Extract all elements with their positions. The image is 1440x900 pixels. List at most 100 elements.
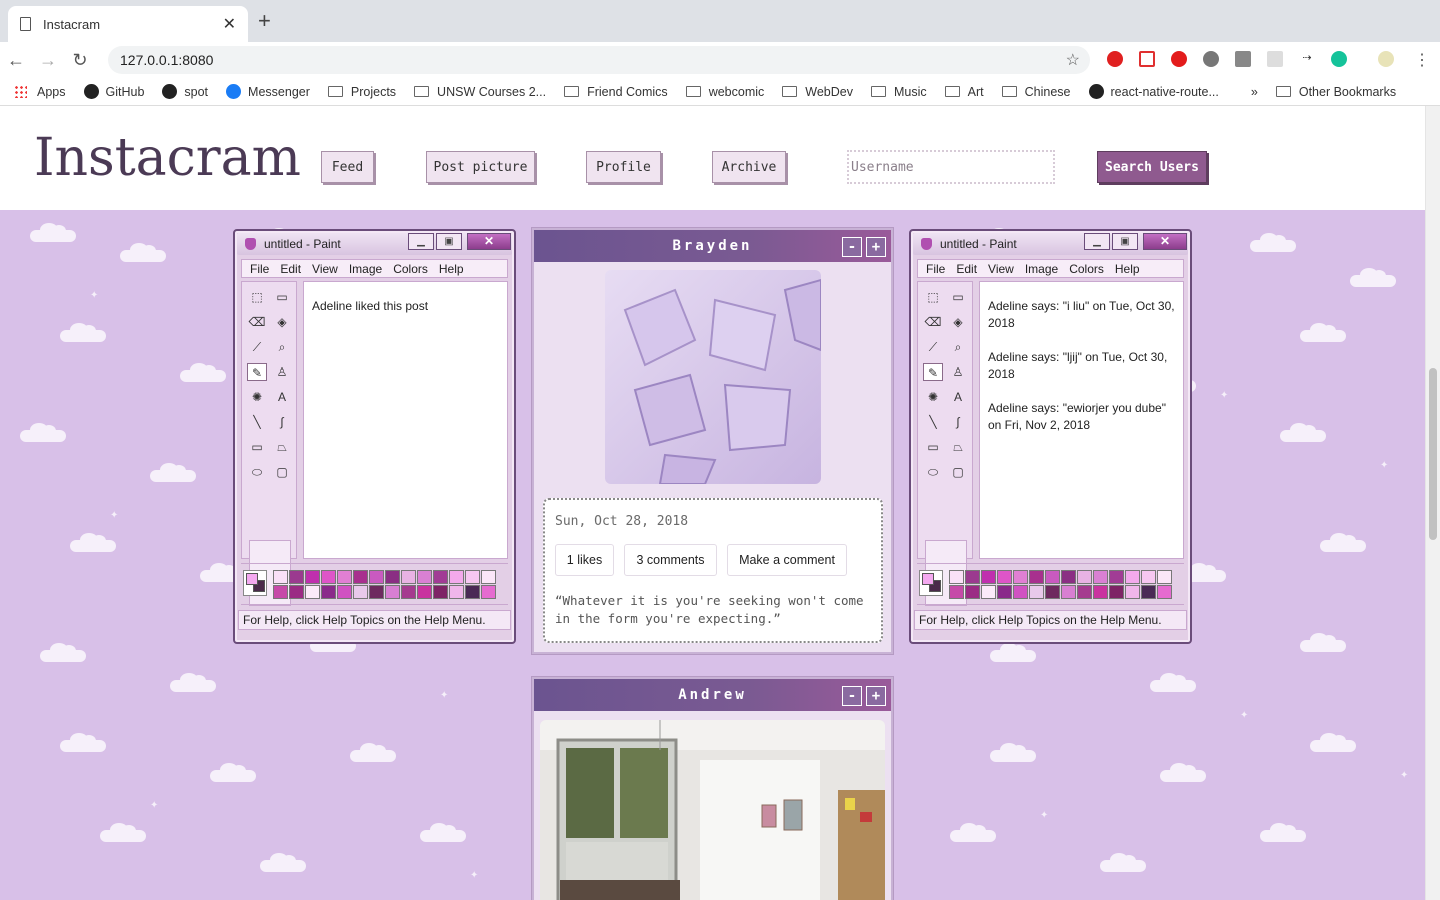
foreground-color-swatch[interactable] [922,573,934,585]
rect-select-icon[interactable]: ▭ [948,288,968,306]
text-icon[interactable]: A [948,388,968,406]
palette-swatch[interactable] [1061,585,1076,599]
polygon-icon[interactable]: ⏢ [272,438,292,456]
close-tab-icon[interactable]: ✕ [223,14,236,34]
picker-icon[interactable]: ⟋ [923,338,943,356]
current-colors[interactable] [243,570,267,596]
current-colors[interactable] [919,570,943,596]
menu-image[interactable]: Image [349,262,382,276]
palette-swatch[interactable] [1141,570,1156,584]
site-logo[interactable]: Instacram [34,128,301,188]
airbrush-icon[interactable]: ✺ [247,388,267,406]
brush-icon[interactable]: ♙ [272,363,292,381]
palette-swatch[interactable] [385,570,400,584]
post-author[interactable]: Andrew [678,687,747,703]
nav-archive-button[interactable]: Archive [712,151,786,183]
bookmark-chinese[interactable]: Chinese [1001,85,1071,99]
bookmark-art[interactable]: Art [944,85,984,99]
select-icon[interactable]: ⬚ [247,288,267,306]
palette-swatch[interactable] [273,585,288,599]
close-icon[interactable]: ✕ [467,233,511,250]
palette-swatch[interactable] [1013,570,1028,584]
palette-swatch[interactable] [1093,570,1108,584]
palette-swatch[interactable] [1109,585,1124,599]
fill-icon[interactable]: ◈ [272,313,292,331]
palette-swatch[interactable] [1045,570,1060,584]
minimize-post-button[interactable]: - [842,237,862,257]
pencil-icon[interactable]: ✎ [247,363,267,381]
palette-swatch[interactable] [401,585,416,599]
foreground-color-swatch[interactable] [246,573,258,585]
scrollbar-thumb[interactable] [1429,368,1437,540]
palette-swatch[interactable] [1141,585,1156,599]
palette-swatch[interactable] [321,570,336,584]
grammarly-icon[interactable] [1331,51,1347,67]
palette-swatch[interactable] [1157,585,1172,599]
bookmark-star-icon[interactable]: ☆ [1066,50,1080,70]
bookmark-projects[interactable]: Projects [327,85,396,99]
palette-swatch[interactable] [465,570,480,584]
text-icon[interactable]: A [272,388,292,406]
palette-swatch[interactable] [385,585,400,599]
brush-icon[interactable]: ♙ [948,363,968,381]
menu-help[interactable]: Help [439,262,464,276]
bookmark-messenger[interactable]: Messenger [226,84,310,99]
post-author[interactable]: Brayden [672,238,752,254]
palette-swatch[interactable] [401,570,416,584]
extension-icon[interactable] [1139,51,1155,67]
palette-swatch[interactable] [353,585,368,599]
pencil-icon[interactable]: ✎ [923,363,943,381]
back-icon[interactable]: ← [0,50,32,71]
bookmark-webcomic[interactable]: webcomic [685,85,764,99]
palette-swatch[interactable] [369,585,384,599]
eraser-icon[interactable]: ⌫ [247,313,267,331]
bookmark-music[interactable]: Music [870,85,927,99]
nav-post-picture-button[interactable]: Post picture [426,151,535,183]
opera-icon[interactable] [1171,51,1187,67]
palette-swatch[interactable] [1093,585,1108,599]
search-users-button[interactable]: Search Users [1097,151,1207,183]
menu-view[interactable]: View [312,262,338,276]
select-icon[interactable]: ⬚ [923,288,943,306]
other-bookmarks[interactable]: Other Bookmarks [1275,85,1396,99]
menu-colors[interactable]: Colors [393,262,428,276]
palette-swatch[interactable] [337,570,352,584]
username-search-input[interactable]: Username [847,150,1055,184]
palette-swatch[interactable] [1045,585,1060,599]
magnifier-icon[interactable]: ⌕ [272,338,292,356]
extension-icon[interactable] [1203,51,1219,67]
profile-avatar[interactable] [1378,51,1394,67]
palette-swatch[interactable] [1029,570,1044,584]
bookmark-webdev[interactable]: WebDev [782,85,853,99]
browser-tab[interactable]: Instacram ✕ [8,6,248,42]
bookmark-unsw[interactable]: UNSW Courses 2... [414,85,546,99]
maximize-icon[interactable]: ▣ [436,233,462,250]
palette-swatch[interactable] [417,570,432,584]
bookmark-friend-comics[interactable]: Friend Comics [564,85,668,99]
menu-help[interactable]: Help [1115,262,1140,276]
post-image[interactable] [605,270,821,484]
airbrush-icon[interactable]: ✺ [923,388,943,406]
palette-swatch[interactable] [1077,570,1092,584]
palette-swatch[interactable] [1061,570,1076,584]
menu-file[interactable]: File [250,262,269,276]
curve-icon[interactable]: ∫ [272,413,292,431]
menu-dots-icon[interactable]: ⋮ [1414,50,1430,70]
palette-swatch[interactable] [1125,585,1140,599]
menu-edit[interactable]: Edit [280,262,301,276]
palette-swatch[interactable] [1109,570,1124,584]
palette-swatch[interactable] [465,585,480,599]
ellipse-icon[interactable]: ⬭ [923,463,943,481]
rectangle-icon[interactable]: ▭ [923,438,943,456]
extension-icon[interactable]: ⇢ [1299,51,1315,67]
palette-swatch[interactable] [369,570,384,584]
palette-swatch[interactable] [949,585,964,599]
menu-colors[interactable]: Colors [1069,262,1104,276]
rounded-rect-icon[interactable]: ▢ [948,463,968,481]
palette-swatch[interactable] [981,585,996,599]
line-icon[interactable]: ╲ [923,413,943,431]
make-comment-button[interactable]: Make a comment [727,544,847,576]
new-tab-button[interactable]: + [258,10,271,32]
palette-swatch[interactable] [1157,570,1172,584]
rounded-rect-icon[interactable]: ▢ [272,463,292,481]
